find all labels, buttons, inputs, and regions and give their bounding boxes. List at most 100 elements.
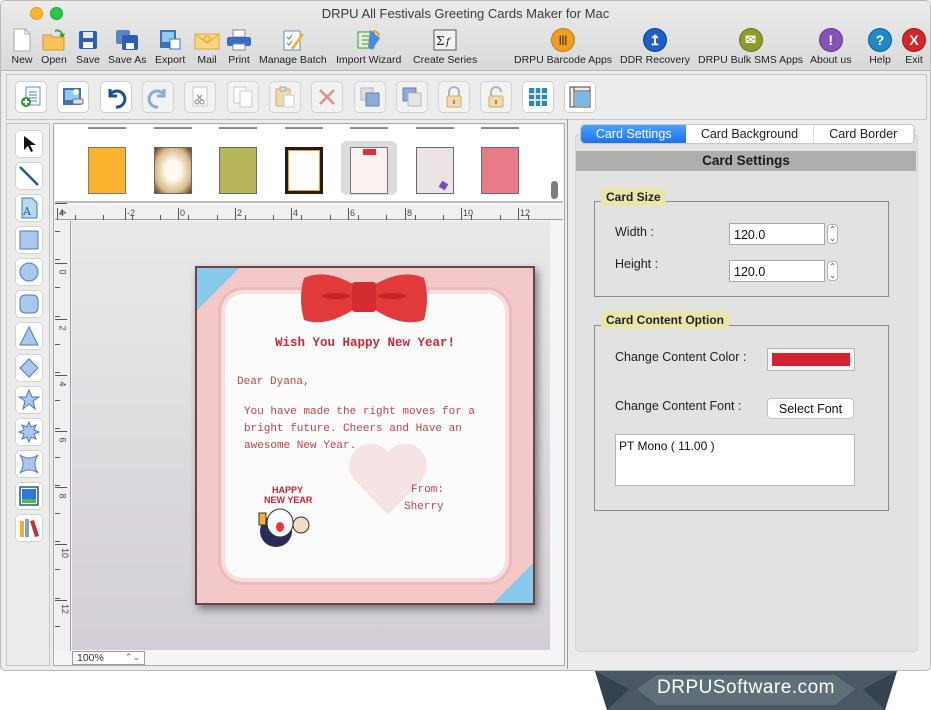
new-button[interactable]: New — [9, 27, 35, 66]
window-title: DRPU All Festivals Greeting Cards Maker … — [321, 6, 610, 21]
grid-button[interactable] — [522, 81, 554, 113]
sms-envelope-icon: ✉ — [738, 28, 763, 52]
manage-batch-button[interactable]: Manage Batch — [259, 27, 327, 66]
library-icon — [20, 519, 39, 537]
width-input[interactable]: 120.0 — [729, 223, 825, 245]
svg-text:A: A — [22, 205, 32, 218]
sigma-function-icon: Σf — [432, 27, 458, 53]
card-title[interactable]: Wish You Happy New Year! — [197, 336, 533, 350]
rounded-rectangle-icon — [19, 294, 39, 314]
star-tool[interactable] — [15, 386, 43, 414]
svg-text:Σ: Σ — [436, 34, 444, 48]
add-text-button[interactable] — [15, 81, 47, 113]
template-thumbnail[interactable] — [416, 147, 454, 194]
add-text-icon — [21, 86, 41, 107]
open-folder-icon — [41, 27, 67, 53]
save-as-button[interactable]: Save As — [108, 27, 147, 66]
help-button[interactable]: ? Help — [867, 27, 893, 66]
template-thumbnail[interactable] — [154, 147, 192, 194]
delete-button[interactable] — [311, 81, 343, 113]
rounded-rectangle-tool[interactable] — [15, 290, 43, 318]
ruler-tick — [55, 431, 67, 432]
about-us-button[interactable]: ! About us — [810, 27, 851, 66]
export-icon — [157, 27, 183, 53]
select-font-button[interactable]: Select Font — [767, 398, 854, 419]
diamond-tool[interactable] — [15, 354, 43, 382]
text-tool[interactable]: A — [15, 194, 43, 222]
template-thumbnail-selected[interactable] — [350, 147, 388, 194]
import-wizard-button[interactable]: Import Wizard — [336, 27, 401, 66]
tab-card-settings[interactable]: Card Settings — [581, 125, 687, 143]
library-tool[interactable] — [15, 514, 43, 542]
tab-card-background[interactable]: Card Background — [686, 125, 814, 143]
export-button[interactable]: Export — [155, 27, 185, 66]
lock-button[interactable] — [438, 81, 470, 113]
printer-icon — [226, 27, 252, 53]
ruler-label: 8 — [407, 208, 413, 218]
line-tool[interactable] — [15, 162, 43, 190]
edit-toolbar — [6, 74, 927, 120]
vertical-ruler: 4 0 2 4 6 8 10 12 — [55, 203, 71, 651]
triangle-icon — [19, 325, 39, 346]
open-button[interactable]: Open — [41, 27, 67, 66]
card-canvas[interactable]: Wish You Happy New Year! Dear Dyana, You… — [72, 221, 550, 650]
send-to-back-button[interactable] — [396, 81, 428, 113]
recovery-icon: ↥ — [643, 28, 667, 52]
ruler-label: 8 — [57, 493, 68, 499]
burst-tool[interactable] — [15, 418, 43, 446]
picture-tool[interactable] — [15, 482, 43, 510]
exit-button[interactable]: X Exit — [901, 27, 927, 66]
cut-button[interactable] — [184, 81, 216, 113]
template-thumbnail[interactable] — [88, 147, 126, 194]
undo-button[interactable] — [100, 81, 132, 113]
design-area: 4 -2 0 2 4 6 8 10 12 4 0 2 4 6 8 10 12 Wish You Happy N… — [53, 123, 565, 666]
font-display-field[interactable]: PT Mono ( 11.00 ) — [615, 434, 855, 486]
width-stepper[interactable]: ⌃ ⌄ — [827, 224, 838, 244]
title-bar: DRPU All Festivals Greeting Cards Maker … — [1, 1, 930, 71]
print-button[interactable]: Print — [226, 27, 252, 66]
paste-button[interactable] — [269, 81, 301, 113]
template-thumbnail[interactable] — [219, 147, 257, 194]
greeting-card[interactable]: Wish You Happy New Year! Dear Dyana, You… — [195, 266, 535, 605]
redo-button[interactable] — [142, 81, 174, 113]
ruler-tick — [291, 208, 292, 220]
zoom-stepper-icon[interactable]: ⌃⌄ — [125, 651, 140, 663]
pointer-tool[interactable] — [15, 130, 43, 158]
unlock-button[interactable] — [480, 81, 512, 113]
ruler-tick — [125, 208, 126, 220]
happy-new-year-sticker[interactable]: HAPPY NEW YEAR — [254, 483, 322, 551]
drpu-bulk-sms-apps-button[interactable]: ✉ DRPU Bulk SMS Apps — [698, 27, 803, 66]
zoom-select[interactable]: 100% ⌃⌄ — [72, 651, 145, 665]
rectangle-tool[interactable] — [15, 226, 43, 254]
bring-to-front-button[interactable] — [354, 81, 386, 113]
ruler-button[interactable] — [564, 81, 596, 113]
ddr-recovery-button[interactable]: ↥ DDR Recovery — [620, 27, 690, 66]
mail-button[interactable]: Mail — [194, 27, 220, 66]
triangle-tool[interactable] — [15, 322, 43, 350]
height-input[interactable]: 120.0 — [729, 260, 825, 282]
card-from-name[interactable]: Sherry — [404, 499, 444, 516]
height-stepper[interactable]: ⌃ ⌄ — [827, 261, 838, 281]
save-button[interactable]: Save — [75, 27, 101, 66]
ellipse-tool[interactable] — [15, 258, 43, 286]
concave-star-tool[interactable] — [15, 450, 43, 478]
copy-button[interactable] — [227, 81, 259, 113]
drpu-barcode-apps-button[interactable]: ||| DRPU Barcode Apps — [514, 27, 612, 66]
content-color-label: Change Content Color : — [615, 350, 747, 364]
template-thumbnail[interactable] — [481, 147, 519, 194]
card-from-label[interactable]: From: — [411, 482, 444, 499]
ruler-tick — [55, 203, 67, 204]
tab-card-border[interactable]: Card Border — [814, 125, 914, 143]
width-label: Width : — [615, 225, 654, 239]
insert-image-button[interactable] — [57, 81, 89, 113]
create-series-button[interactable]: Σf Create Series — [413, 27, 477, 66]
template-scrollbar[interactable] — [551, 181, 558, 199]
content-color-well[interactable] — [767, 348, 855, 371]
save-as-icon — [114, 27, 140, 53]
card-greeting[interactable]: Dear Dyana, — [237, 374, 310, 391]
ruler-label: 4 — [293, 208, 299, 218]
card-message[interactable]: You have made the right moves for a brig… — [244, 404, 475, 455]
picture-icon — [19, 486, 39, 506]
template-thumbnail[interactable] — [285, 147, 323, 194]
settings-tabs: Card Settings Card Background Card Borde… — [580, 124, 915, 144]
